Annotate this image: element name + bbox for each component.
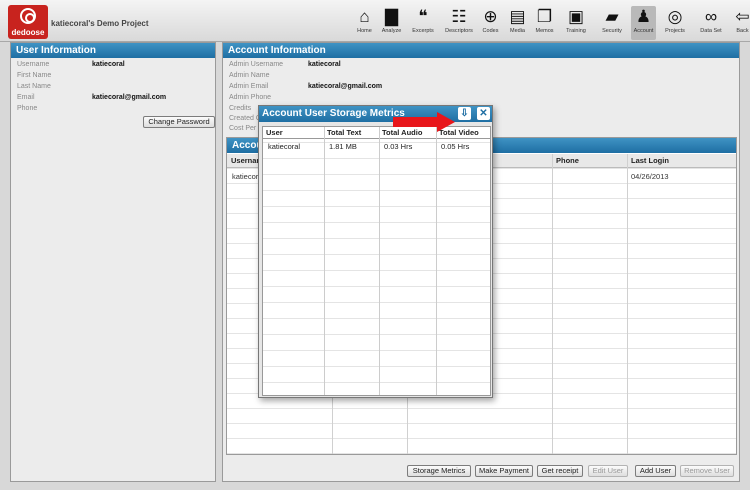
- username-value: katiecoral: [92, 61, 125, 68]
- add-user-button[interactable]: Add User: [635, 465, 676, 477]
- nav-data-set[interactable]: ∞ Data Set: [694, 6, 728, 40]
- nav-excerpts[interactable]: ❝ Excerpts: [406, 6, 440, 40]
- plus-circle-icon: ⊕: [483, 7, 498, 26]
- nav-back[interactable]: ⇦ Back: [730, 6, 750, 40]
- nav-training[interactable]: ▣ Training: [559, 6, 593, 40]
- nav-descriptors[interactable]: ☷ Descriptors: [442, 6, 476, 40]
- storage-metrics-table: User Total Text Total Audio Total Video …: [262, 126, 491, 396]
- cost-per-label: Cost Per: [229, 125, 257, 132]
- admin-username-label: Admin Username: [229, 61, 284, 68]
- nav-media[interactable]: ▤ Media: [505, 6, 530, 40]
- top-toolbar: dedoose katiecoral's Demo Project ⌂ Home ▇…: [0, 0, 750, 42]
- globe-icon: ◎: [667, 7, 683, 26]
- cell-user[interactable]: katiecoral: [265, 142, 300, 151]
- nav-analyze[interactable]: ▇ Analyze: [379, 6, 404, 40]
- col-divider: [324, 127, 325, 395]
- clipboard-icon: ☷: [451, 7, 467, 26]
- user-information-header: User Information: [11, 43, 215, 58]
- nav-label: Security: [602, 28, 622, 34]
- nav-label: Codes: [482, 28, 499, 34]
- cell-total-audio[interactable]: 0.03 Hrs: [381, 142, 412, 151]
- dialog-header[interactable]: Account User Storage Metrics ⇩ ✕: [259, 106, 492, 122]
- back-arrow-icon: ⇦: [735, 7, 750, 26]
- nav-label: Memos: [535, 28, 554, 34]
- admin-email-label: Admin Email: [229, 83, 269, 90]
- cell-total-video[interactable]: 0.05 Hrs: [438, 142, 469, 151]
- user-information-panel: User Information Username katiecoral Fir…: [10, 42, 216, 482]
- nav-codes[interactable]: ⊕ Codes: [478, 6, 503, 40]
- nav-label: Account: [633, 28, 654, 34]
- phone-label: Phone: [17, 105, 38, 112]
- nav-label: Data Set: [700, 28, 722, 34]
- get-receipt-button[interactable]: Get receipt: [537, 465, 583, 477]
- nav-label: Analyze: [381, 28, 402, 34]
- nav-label: Excerpts: [412, 28, 434, 34]
- created-on-label: Created O: [229, 115, 262, 122]
- admin-phone-label: Admin Phone: [229, 94, 272, 101]
- nav-memos[interactable]: ❐ Memos: [532, 6, 557, 40]
- storage-metrics-dialog: Account User Storage Metrics ⇩ ✕ User To…: [258, 105, 493, 398]
- logo-icon: [20, 8, 36, 24]
- logo-text: dedoose: [11, 28, 45, 37]
- cell-total-text[interactable]: 1.81 MB: [326, 142, 357, 151]
- close-icon[interactable]: ✕: [477, 107, 490, 120]
- dedoose-logo[interactable]: dedoose: [8, 5, 48, 39]
- speech-bubble-icon: ❝: [418, 7, 428, 26]
- first-name-label: First Name: [17, 72, 52, 79]
- storage-metrics-button[interactable]: Storage Metrics: [407, 465, 471, 477]
- training-icon: ▣: [567, 7, 585, 26]
- nav-label: Training: [566, 28, 586, 34]
- last-name-label: Last Name: [17, 83, 51, 90]
- email-label: Email: [17, 94, 35, 101]
- remove-user-button[interactable]: Remove User: [680, 465, 734, 477]
- credits-label: Credits: [229, 105, 252, 112]
- change-password-button[interactable]: Change Password: [143, 116, 215, 128]
- admin-name-label: Admin Name: [229, 72, 270, 79]
- col-last-login[interactable]: Last Login: [627, 154, 736, 168]
- account-icon: ♟: [635, 7, 652, 26]
- scroll-icon: ❐: [536, 7, 553, 26]
- binoculars-icon: ∞: [704, 7, 718, 26]
- edit-user-button[interactable]: Edit User: [588, 465, 628, 477]
- col-total-text[interactable]: Total Text: [324, 127, 379, 139]
- project-title: katiecoral's Demo Project: [51, 19, 149, 28]
- nav-security[interactable]: ▰ Security: [595, 6, 629, 40]
- col-divider: [379, 127, 380, 395]
- make-payment-button[interactable]: Make Payment: [475, 465, 533, 477]
- col-user[interactable]: User: [263, 127, 324, 139]
- main-nav: ⌂ Home ▇ Analyze ❝ Excerpts ☷ Descriptors ⊕ Codes…: [352, 6, 750, 40]
- admin-email-value: katiecoral@gmail.com: [308, 83, 383, 90]
- nav-label: Descriptors: [445, 28, 473, 34]
- media-icon: ▤: [509, 7, 526, 26]
- username-label: Username: [17, 61, 50, 68]
- account-information-header: Account Information: [223, 43, 739, 58]
- row-last-login[interactable]: 04/26/2013: [631, 172, 669, 181]
- email-value: katiecoral@gmail.com: [92, 94, 167, 101]
- admin-username-value: katiecoral: [308, 61, 341, 68]
- bar-chart-icon: ▇: [384, 7, 399, 26]
- col-divider: [436, 127, 437, 395]
- nav-account[interactable]: ♟ Account: [631, 6, 656, 40]
- nav-label: Media: [510, 28, 525, 34]
- nav-label: Back: [736, 28, 749, 34]
- col-divider: [627, 154, 628, 454]
- export-icon[interactable]: ⇩: [458, 107, 471, 120]
- red-arrow-icon: [393, 112, 455, 132]
- col-divider: [552, 154, 553, 454]
- nav-label: Projects: [665, 28, 685, 34]
- col-phone[interactable]: Phone: [552, 154, 627, 168]
- house-icon: ⌂: [359, 7, 370, 26]
- lock-icon: ▰: [605, 7, 619, 26]
- nav-projects[interactable]: ◎ Projects: [658, 6, 692, 40]
- nav-home[interactable]: ⌂ Home: [352, 6, 377, 40]
- nav-label: Home: [357, 28, 372, 34]
- dialog-title: Account User Storage Metrics: [262, 108, 405, 119]
